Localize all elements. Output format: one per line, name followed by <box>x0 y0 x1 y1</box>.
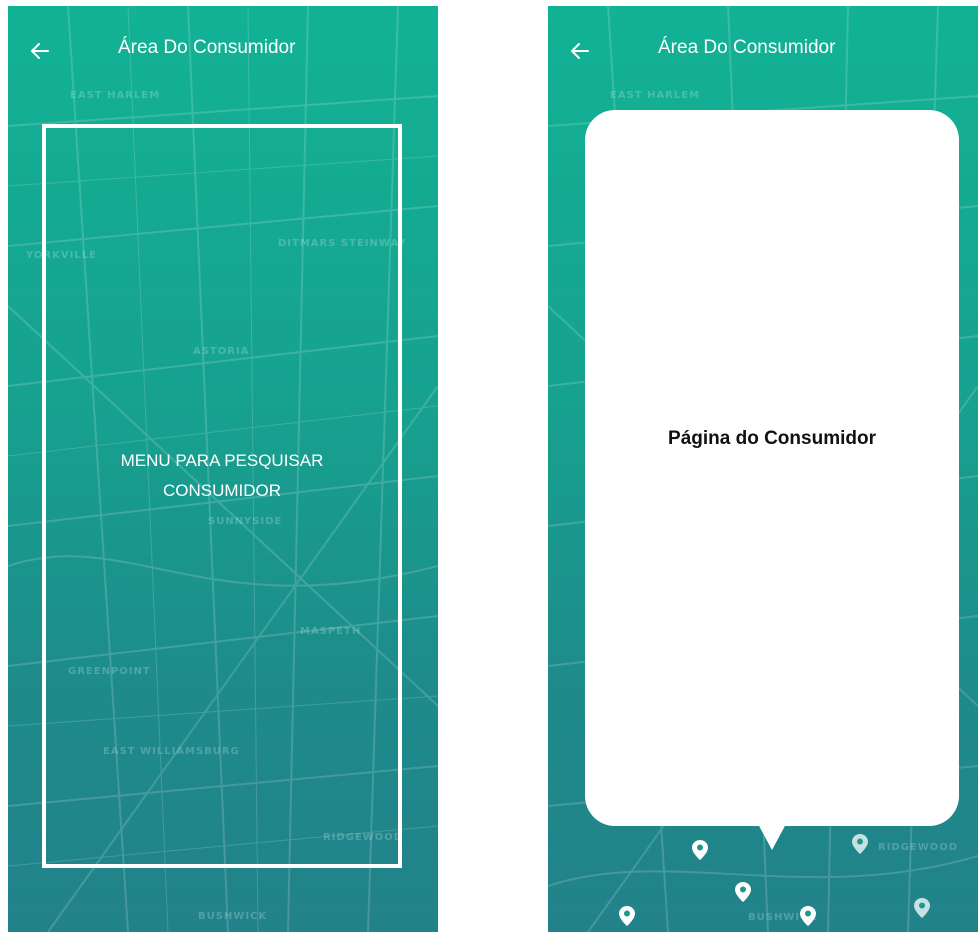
map-label: BUSHWICK <box>198 911 268 922</box>
consumer-page-screen: EAST HARLEM RIDGEWOOD BUSHWICK Área Do C… <box>548 6 978 932</box>
map-pin-icon[interactable] <box>800 906 816 926</box>
search-menu-label-line2: CONSUMIDOR <box>162 481 282 500</box>
app-header: Área Do Consumidor <box>8 6 438 96</box>
page-title: Área Do Consumidor <box>658 37 836 58</box>
map-label: RIDGEWOOD <box>878 842 959 853</box>
map-pin-icon[interactable] <box>852 834 868 854</box>
map-pin-icon[interactable] <box>692 840 708 860</box>
search-menu-label-line1: MENU PARA PESQUISAR <box>120 451 324 470</box>
app-header: Área Do Consumidor <box>548 6 978 96</box>
arrow-left-icon[interactable] <box>28 39 52 63</box>
map-pin-icon[interactable] <box>914 898 930 918</box>
search-consumer-screen: EAST HARLEM YORKVILLE DITMARS STEINWAY A… <box>8 6 438 932</box>
consumer-card: Página do Consumidor <box>585 110 959 826</box>
map-pin-icon[interactable] <box>619 906 635 926</box>
map-pin-icon[interactable] <box>735 882 751 902</box>
consumer-search-menu[interactable]: MENU PARA PESQUISAR CONSUMIDOR <box>42 124 402 868</box>
arrow-left-icon[interactable] <box>568 39 592 63</box>
search-menu-label: MENU PARA PESQUISAR CONSUMIDOR <box>46 446 398 506</box>
page-title: Área Do Consumidor <box>118 37 296 58</box>
card-pointer <box>758 824 786 850</box>
consumer-page-title: Página do Consumidor <box>668 428 876 449</box>
